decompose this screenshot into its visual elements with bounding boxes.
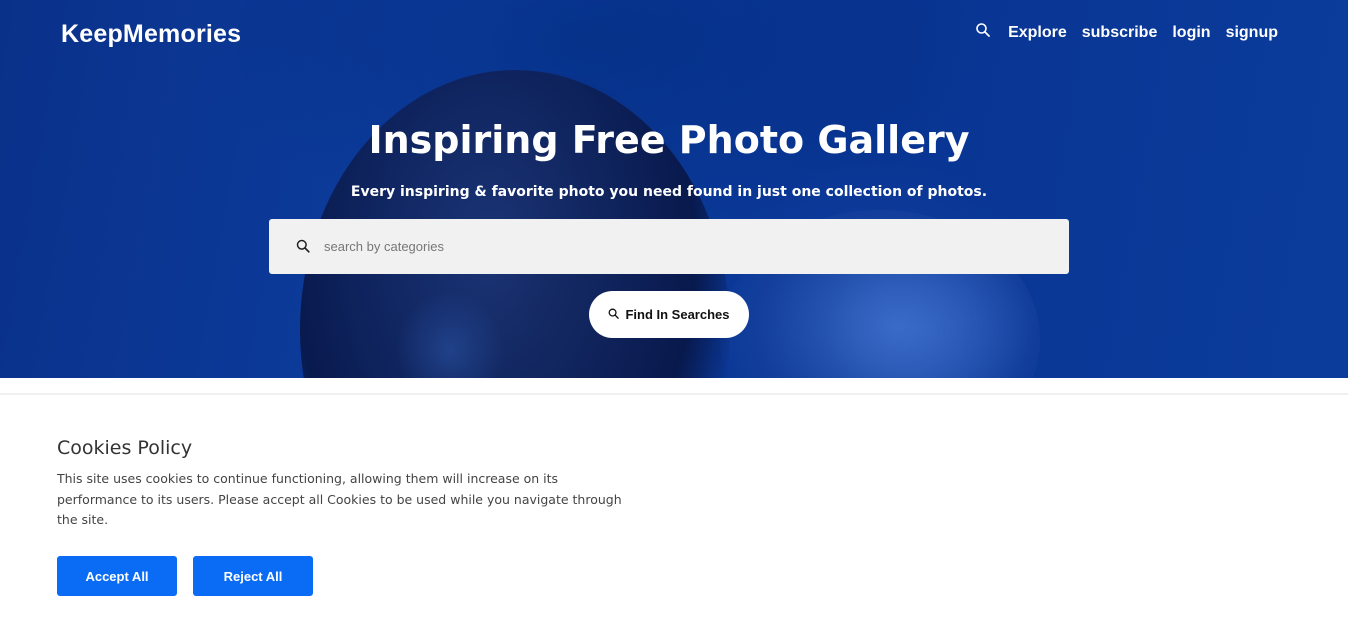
search-icon — [609, 308, 620, 319]
cookie-title: Cookies Policy — [57, 437, 193, 459]
nav-link-login[interactable]: login — [1172, 24, 1210, 42]
nav-link-signup[interactable]: signup — [1226, 24, 1278, 42]
accept-all-button[interactable]: Accept All — [57, 556, 177, 596]
nav-link-explore[interactable]: Explore — [1008, 24, 1067, 42]
reject-all-button[interactable]: Reject All — [193, 556, 313, 596]
hero-subtitle: Every inspiring & favorite photo you nee… — [350, 184, 988, 200]
search-icon — [296, 239, 310, 253]
search-icon[interactable] — [975, 22, 991, 38]
hero-banner: KeepMemories Explore subscribe login sig… — [0, 0, 1348, 378]
nav-links: Explore subscribe login signup — [975, 22, 1278, 42]
hero-title: Inspiring Free Photo Gallery — [368, 118, 970, 162]
cookie-actions: Accept All Reject All — [57, 556, 313, 596]
cookie-banner: Cookies Policy This site uses cookies to… — [57, 437, 637, 531]
section-divider — [0, 393, 1348, 395]
nav-link-subscribe[interactable]: subscribe — [1082, 24, 1158, 42]
find-in-searches-button[interactable]: Find In Searches — [589, 291, 749, 338]
search-bar — [269, 219, 1069, 274]
cookie-text: This site uses cookies to continue funct… — [57, 471, 622, 527]
top-nav: KeepMemories Explore subscribe login sig… — [0, 0, 1348, 70]
find-button-label: Find In Searches — [625, 307, 730, 322]
search-input[interactable] — [324, 239, 1024, 254]
brand-logo[interactable]: KeepMemories — [61, 20, 241, 49]
